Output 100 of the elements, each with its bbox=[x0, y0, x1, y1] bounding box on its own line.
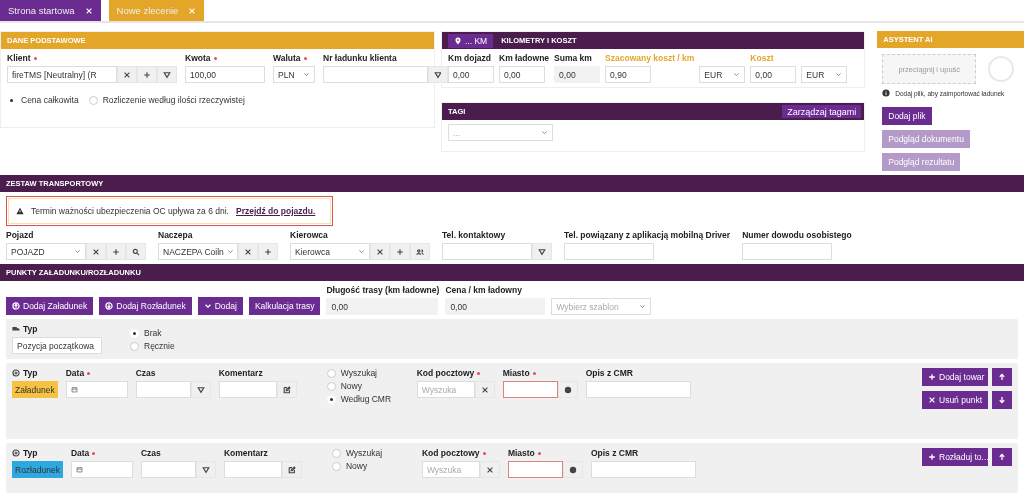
clear-button[interactable] bbox=[370, 243, 390, 260]
info-icon bbox=[882, 89, 891, 97]
field-label: Km dojazd bbox=[448, 53, 491, 63]
city-field[interactable] bbox=[507, 461, 563, 478]
filter-icon bbox=[434, 70, 442, 79]
text-field[interactable] bbox=[742, 243, 833, 260]
manage-tags-button[interactable]: Zarządzaj tagami bbox=[782, 105, 862, 118]
cmr-description-field[interactable] bbox=[590, 461, 696, 478]
plus-icon bbox=[143, 70, 151, 79]
plus-icon bbox=[264, 247, 272, 256]
filter-icon bbox=[196, 385, 205, 394]
time-field[interactable] bbox=[135, 381, 191, 398]
people-icon bbox=[416, 247, 424, 256]
comment-field[interactable] bbox=[223, 461, 282, 478]
readonly-field: 0,00 bbox=[445, 298, 546, 315]
field-label: Czas bbox=[140, 448, 161, 458]
location-pin-icon bbox=[454, 36, 462, 45]
text-field[interactable] bbox=[564, 243, 654, 260]
cargo-number-field[interactable] bbox=[323, 66, 428, 83]
close-icon[interactable] bbox=[84, 6, 93, 15]
number-field[interactable]: 0,00 bbox=[448, 66, 494, 83]
number-field[interactable]: 0,00 bbox=[750, 66, 797, 83]
radio-button[interactable] bbox=[130, 341, 139, 351]
arrow-up-icon bbox=[998, 373, 1006, 381]
people-button[interactable] bbox=[410, 243, 430, 260]
arrow-up-button[interactable] bbox=[992, 448, 1012, 466]
required-marker bbox=[477, 371, 481, 375]
radio-button[interactable] bbox=[326, 368, 336, 378]
filter-button[interactable] bbox=[157, 66, 177, 83]
field-label: Opis z CMR bbox=[590, 448, 639, 458]
action-button[interactable]: Dodaj Załadunek bbox=[6, 297, 94, 315]
comment-field[interactable] bbox=[218, 381, 277, 398]
select-field[interactable]: Kierowca bbox=[290, 243, 370, 260]
point-type-tag: Załadunek bbox=[12, 381, 58, 398]
point-action-button[interactable]: Usuń punkt bbox=[922, 391, 988, 409]
clear-icon bbox=[123, 70, 131, 79]
radio-label: Wyszukaj bbox=[345, 448, 383, 458]
number-field[interactable]: 0,00 bbox=[499, 66, 545, 83]
radio-button[interactable] bbox=[88, 95, 98, 105]
point-action-button[interactable]: Rozładuj to... bbox=[922, 448, 988, 466]
clear-icon bbox=[376, 247, 384, 256]
currency-select[interactable]: PLN bbox=[273, 66, 315, 83]
tab[interactable]: Strona startowa bbox=[0, 0, 101, 21]
currency-select[interactable]: EUR bbox=[699, 66, 746, 83]
clear-icon bbox=[244, 247, 252, 256]
field-label: Kod pocztowy bbox=[421, 448, 480, 458]
required-marker bbox=[303, 56, 307, 60]
required-marker bbox=[92, 451, 96, 455]
vehicle-link[interactable]: Przejdź do pojazdu. bbox=[235, 206, 316, 216]
required-marker bbox=[213, 56, 217, 60]
chevron-down-icon bbox=[226, 248, 234, 255]
radio-button[interactable] bbox=[331, 448, 341, 458]
select-field[interactable]: POJAZD bbox=[6, 243, 86, 260]
filter-icon bbox=[201, 465, 210, 474]
radio-label: Nowy bbox=[345, 461, 368, 471]
radio-label: Rozliczenie według ilości rzeczywistej bbox=[102, 95, 245, 105]
clear-button[interactable] bbox=[86, 243, 106, 260]
client-field[interactable]: fireTMS [Neutralny] (R bbox=[7, 66, 117, 83]
filter-button[interactable] bbox=[532, 243, 552, 260]
search-button[interactable] bbox=[126, 243, 146, 260]
clear-icon bbox=[480, 385, 489, 394]
search-icon bbox=[132, 247, 140, 256]
text-field[interactable] bbox=[442, 243, 532, 260]
field-label: Data bbox=[70, 448, 90, 458]
time-field[interactable] bbox=[140, 461, 196, 478]
number-field[interactable]: 0,90 bbox=[605, 66, 652, 83]
arrow-down-button[interactable] bbox=[992, 391, 1012, 409]
date-field[interactable] bbox=[65, 381, 128, 398]
plus-icon bbox=[112, 247, 120, 256]
city-field[interactable] bbox=[502, 381, 558, 398]
clear-button[interactable] bbox=[238, 243, 258, 260]
amount-field[interactable]: 100,00 bbox=[185, 66, 265, 83]
select-field[interactable]: NACZEPA Coiln bbox=[158, 243, 238, 260]
field-label: Nr ładunku klienta bbox=[323, 53, 397, 63]
radio-button[interactable] bbox=[326, 381, 336, 391]
arrow-up-button[interactable] bbox=[992, 368, 1012, 386]
clear-button[interactable] bbox=[117, 66, 137, 83]
km-badge[interactable]: ... KM bbox=[448, 33, 494, 48]
truck-icon bbox=[12, 325, 20, 333]
field-label: Tel. kontaktowy bbox=[442, 230, 506, 240]
action-button[interactable]: Dodaj bbox=[197, 297, 243, 315]
warning-icon bbox=[16, 207, 24, 215]
field-label: Klient bbox=[7, 53, 31, 63]
currency-select[interactable]: EUR bbox=[801, 66, 848, 83]
field-label: Komentarz bbox=[223, 448, 268, 458]
point-action-button[interactable]: Dodaj towar bbox=[922, 368, 988, 386]
chevron-down-icon bbox=[639, 303, 647, 310]
action-button[interactable]: Dodaj Rozładunek bbox=[99, 297, 192, 315]
cmr-description-field[interactable] bbox=[585, 381, 691, 398]
field-label: Pojazd bbox=[6, 230, 34, 240]
date-field[interactable] bbox=[70, 461, 133, 478]
radio-label: Nowy bbox=[340, 381, 362, 391]
readonly-field: 0,00 bbox=[554, 66, 601, 83]
required-marker bbox=[532, 371, 536, 375]
field-label: Tel. powiązany z aplikacją mobilną Driver bbox=[564, 230, 731, 240]
radio-button[interactable] bbox=[331, 461, 341, 471]
field-label: Waluta bbox=[273, 53, 301, 63]
ai-button[interactable]: Dodaj plik bbox=[882, 107, 932, 125]
action-button[interactable]: Kalkulacja trasy bbox=[248, 297, 321, 315]
filter-button[interactable] bbox=[428, 66, 448, 83]
